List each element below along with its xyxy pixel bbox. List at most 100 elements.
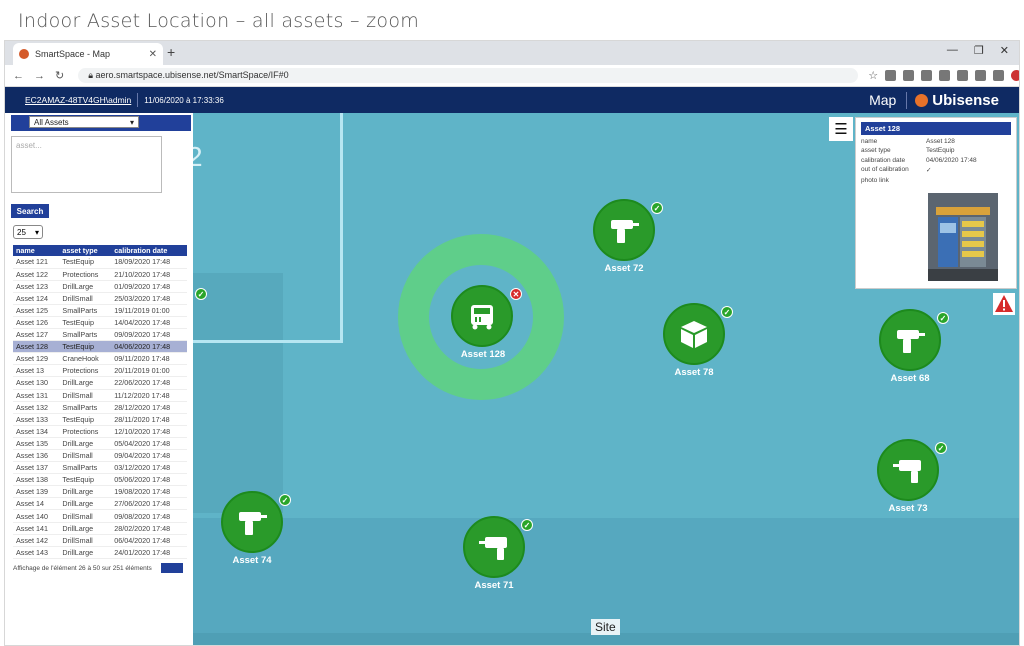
pagination-button[interactable] [161,563,183,573]
extension-icon[interactable] [957,70,969,81]
table-row[interactable]: Asset 130 DrillLarge 22/06/2020 17:48 [13,376,187,390]
test-equipment-icon [471,305,493,330]
asset-marker-68[interactable] [879,309,941,371]
close-window-icon[interactable]: ✕ [1000,44,1009,57]
table-row[interactable]: Asset 14 DrillLarge 27/06/2020 17:48 [13,497,187,511]
info-key: asset type [861,147,891,154]
asset-marker-128[interactable] [451,285,513,347]
table-cell: TestEquip [59,256,112,269]
table-cell: 18/09/2020 17:48 [111,256,187,269]
status-ok-icon: ✓ [195,288,207,300]
table-cell: TestEquip [59,413,112,426]
table-row[interactable]: Asset 133 TestEquip 28/11/2020 17:48 [13,413,187,426]
table-cell: 09/08/2020 17:48 [111,509,187,523]
table-cell: Asset 13 [13,364,60,378]
table-row[interactable]: Asset 126 TestEquip 14/04/2020 17:48 [13,316,187,330]
info-row: photo link [861,177,1011,184]
table-cell: Asset 140 [13,509,60,523]
status-ok-icon: ✓ [651,202,663,214]
new-tab-icon[interactable]: + [167,44,175,60]
user-link[interactable]: EC2AMAZ-48TV4GH\admin [25,95,131,105]
column-header[interactable]: asset type [59,245,112,256]
search-button[interactable]: Search [11,204,49,218]
table-row[interactable]: Asset 138 TestEquip 05/06/2020 17:48 [13,473,187,487]
table-row[interactable]: Asset 13 Protections 20/11/2019 01:00 [13,364,187,378]
extension-icon[interactable] [885,70,897,81]
asset-info-panel: Asset 128 name Asset 128 asset type TestEq… [855,117,1017,289]
column-header[interactable]: calibration date [111,245,187,256]
tab-strip: SmartSpace - Map ✕ + — ❐ ✕ [5,41,1019,65]
table-row[interactable]: Asset 143 DrillLarge 24/01/2020 17:48 [13,546,187,559]
table-row[interactable]: Asset 121 TestEquip 18/09/2020 17:48 [13,256,187,269]
table-cell: Asset 127 [13,328,60,342]
bookmark-star-icon[interactable]: ☆ [868,69,878,82]
table-cell: 24/01/2020 17:48 [111,546,187,559]
asset-photo[interactable] [928,193,998,281]
info-value: TestEquip [926,147,955,154]
table-cell: Asset 124 [13,292,60,305]
table-cell: Asset 137 [13,461,60,475]
info-key: name [861,137,878,145]
asset-filter-select[interactable]: All Assets ▾ [29,116,139,128]
extension-icon[interactable] [975,70,987,81]
page-size-select[interactable]: 25 ▾ [13,225,43,239]
table-row[interactable]: Asset 128 TestEquip 04/06/2020 17:48 [13,340,187,354]
table-row[interactable]: Asset 131 DrillSmall 11/12/2020 17:48 [13,389,187,402]
maximize-icon[interactable]: ❐ [974,44,984,57]
browser-tab[interactable]: SmartSpace - Map ✕ [13,43,163,65]
reload-icon[interactable]: ↻ [55,69,64,82]
table-row[interactable]: Asset 122 Protections 21/10/2020 17:48 [13,268,187,281]
table-row[interactable]: Asset 135 DrillLarge 05/04/2020 17:48 [13,437,187,451]
extension-icon[interactable] [939,70,951,81]
table-row[interactable]: Asset 141 DrillLarge 28/02/2020 17:48 [13,522,187,535]
table-cell: DrillLarge [59,485,112,499]
table-row[interactable]: Asset 125 SmallParts 19/11/2019 01:00 [13,304,187,317]
brand-logo: Ubisense [906,91,999,109]
floor-map[interactable]: 2 ✓ ✕ Asset 128 ✓ Asset 72 [193,113,1019,645]
table-row[interactable]: Asset 132 SmallParts 28/12/2020 17:48 [13,401,187,414]
extension-icon[interactable] [903,70,915,81]
back-icon[interactable]: ← [13,70,24,82]
list-view-icon[interactable]: ☰ [829,117,853,141]
table-cell: DrillLarge [59,280,112,293]
extension-icon[interactable] [993,70,1005,81]
address-bar: ← → ↻ 🔒︎ aero.smartspace.ubisense.net/Sm… [5,65,1019,87]
minimize-icon[interactable]: — [947,44,958,57]
asset-marker-71[interactable] [463,516,525,578]
header-divider [137,93,139,107]
url-field[interactable]: 🔒︎ aero.smartspace.ubisense.net/SmartSpa… [78,68,859,83]
forward-icon[interactable]: → [34,70,45,82]
extension-icon[interactable] [921,70,933,81]
table-cell: CraneHook [59,352,112,366]
table-row[interactable]: Asset 129 CraneHook 09/11/2020 17:48 [13,352,187,366]
asset-marker-72[interactable] [593,199,655,261]
asset-marker-78[interactable] [663,303,725,365]
asset-marker-74[interactable] [221,491,283,553]
table-row[interactable]: Asset 137 SmallParts 03/12/2020 17:48 [13,461,187,475]
table-row[interactable]: Asset 124 DrillSmall 25/03/2020 17:48 [13,292,187,305]
tab-title: SmartSpace - Map [35,49,111,59]
info-key: calibration date [861,156,906,164]
table-row[interactable]: Asset 140 DrillSmall 09/08/2020 17:48 [13,509,187,523]
favicon-icon [19,49,29,59]
table-row[interactable]: Asset 123 DrillLarge 01/09/2020 17:48 [13,280,187,293]
table-cell: DrillSmall [59,449,112,463]
profile-avatar-icon[interactable] [1011,70,1019,81]
asset-marker-73[interactable] [877,439,939,501]
asset-search-textarea[interactable]: asset... [11,136,162,193]
browser-window: SmartSpace - Map ✕ + — ❐ ✕ ← → ↻ 🔒︎ aero… [4,40,1020,646]
close-tab-icon[interactable]: ✕ [149,49,157,60]
table-row[interactable]: Asset 127 SmallParts 09/09/2020 17:48 [13,328,187,342]
table-row[interactable]: Asset 134 Protections 12/10/2020 17:48 [13,425,187,438]
warning-icon[interactable] [993,293,1015,315]
table-cell: Asset 135 [13,437,60,451]
table-row[interactable]: Asset 142 DrillSmall 06/04/2020 17:48 [13,534,187,547]
app-header: EC2AMAZ-48TV4GH\admin 11/06/2020 à 17:33… [5,87,1019,113]
table-row[interactable]: Asset 139 DrillLarge 19/08/2020 17:48 [13,485,187,499]
site-label[interactable]: Site [591,619,620,635]
chevron-down-icon: ▾ [129,117,134,127]
column-header[interactable]: name [13,245,60,256]
table-row[interactable]: Asset 136 DrillSmall 09/04/2020 17:48 [13,449,187,463]
info-key: photo link [861,176,889,184]
asset-label: Asset 74 [232,555,272,566]
